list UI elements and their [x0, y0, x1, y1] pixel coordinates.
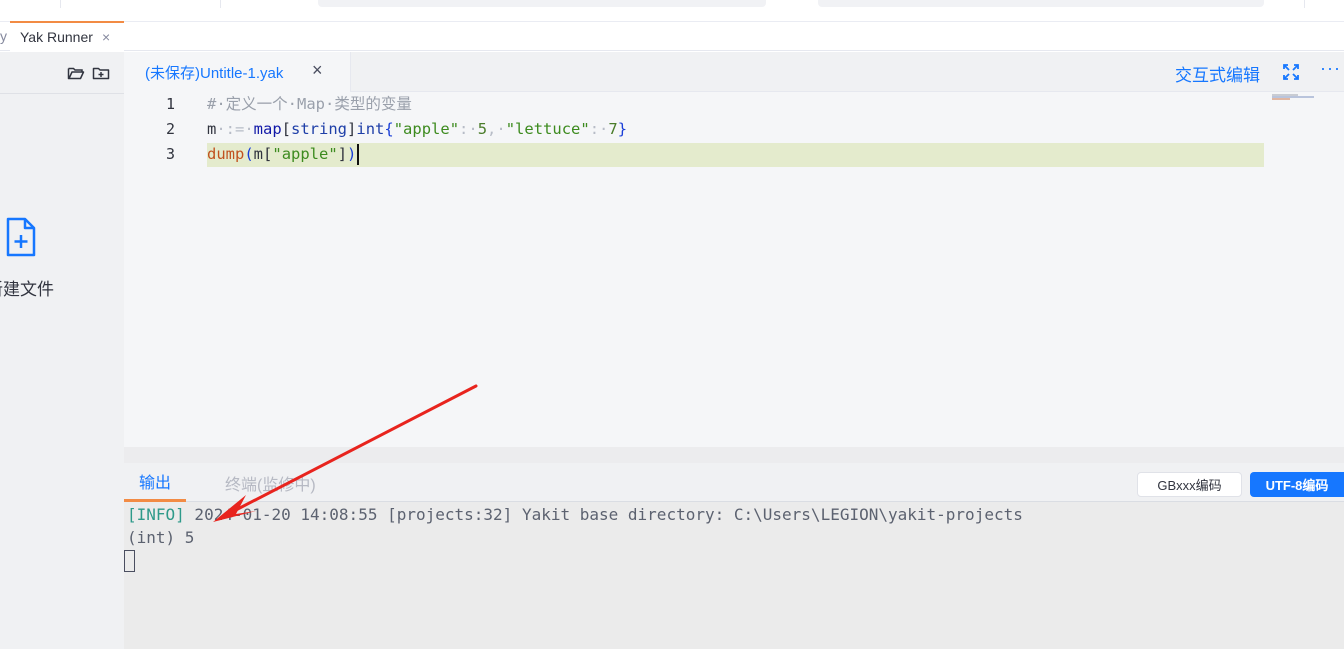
output-terminal[interactable]: [INFO] 2024-01-20 14:08:55 [projects:32]… — [124, 503, 1344, 649]
top-strip-separator — [60, 0, 61, 8]
folder-open-icon[interactable] — [67, 65, 85, 81]
top-strip-input[interactable] — [318, 0, 766, 7]
close-icon[interactable]: × — [102, 29, 110, 45]
code-comment: #·定义一个·Map·类型的变量 — [207, 95, 412, 113]
output-line: (int) 5 — [127, 528, 195, 547]
file-tab-label: (未保存)Untitle-1.yak — [145, 64, 284, 82]
token: "apple" — [272, 145, 338, 163]
token: ·:=· — [216, 120, 254, 138]
output-panel: 输出 终端(监修中) GBxxx编码 UTF-8编码 [INFO] 2024-0… — [124, 463, 1344, 649]
interactive-edit-button[interactable]: 交互式编辑 — [1175, 61, 1260, 86]
token: m — [207, 120, 217, 138]
token: ,· — [487, 120, 506, 138]
line-number: 2 — [165, 120, 175, 138]
code-line-1[interactable]: #·定义一个·Map·类型的变量 — [207, 92, 412, 117]
token: m — [253, 145, 264, 163]
token: ) — [347, 145, 357, 163]
token: string — [291, 120, 348, 138]
token: 7 — [608, 120, 618, 138]
horizontal-scrollbar[interactable] — [124, 447, 1344, 463]
sidebar-toolbar — [0, 52, 124, 94]
token: map — [253, 120, 282, 138]
token: dump — [207, 145, 245, 163]
token: int — [356, 120, 385, 138]
token: "apple" — [393, 120, 460, 138]
token: } — [617, 120, 628, 138]
text-cursor — [357, 144, 360, 165]
top-strip-separator — [220, 0, 221, 8]
output-tab-bar: 输出 终端(监修中) GBxxx编码 UTF-8编码 — [124, 463, 1344, 502]
page-tab-truncated[interactable]: y — [0, 28, 7, 44]
utf8-encoding-button[interactable]: UTF-8编码 — [1250, 472, 1344, 497]
minimap[interactable] — [1272, 94, 1318, 100]
top-strip-separator — [1304, 0, 1305, 8]
page-tab-bar: y Yak Runner × — [0, 21, 1344, 51]
token: ] — [337, 145, 348, 163]
code-editor[interactable]: 1 2 3 #·定义一个·Map·类型的变量 m·:=·map[string]i… — [124, 92, 1344, 447]
close-icon[interactable]: × — [312, 60, 323, 81]
more-icon[interactable]: ··· — [1320, 58, 1341, 79]
token: ( — [244, 145, 254, 163]
top-strip-input[interactable] — [818, 0, 1264, 7]
file-add-icon[interactable] — [5, 217, 37, 257]
gbxxx-encoding-button[interactable]: GBxxx编码 — [1137, 472, 1242, 497]
token: 5 — [477, 120, 488, 138]
output-line: [INFO] 2024-01-20 14:08:55 [projects:32]… — [127, 503, 1023, 526]
tab-terminal[interactable]: 终端(监修中) — [225, 463, 316, 502]
terminal-cursor — [124, 550, 135, 572]
token: [ — [281, 120, 292, 138]
editor-tab-bar: (未保存)Untitle-1.yak × 交互式编辑 ··· — [124, 52, 1344, 92]
token: [ — [263, 145, 273, 163]
code-line-3[interactable]: dump(m["apple"]) — [207, 142, 360, 167]
token: { — [384, 120, 394, 138]
file-tab-untitle[interactable]: (未保存)Untitle-1.yak × — [124, 52, 351, 92]
fullscreen-icon[interactable] — [1283, 64, 1299, 80]
token: ] — [347, 120, 357, 138]
line-number: 3 — [165, 145, 175, 163]
code-line-2[interactable]: m·:=·map[string]int{"apple":·5,·"lettuce… — [207, 117, 627, 142]
page-tab-yak-runner[interactable]: Yak Runner × — [10, 21, 124, 51]
new-file-label: 新建文件 — [0, 280, 54, 299]
tab-output[interactable]: 输出 — [124, 463, 186, 502]
token: :· — [589, 120, 609, 138]
info-tag: [INFO] — [127, 505, 185, 524]
page-tab-label: Yak Runner — [20, 29, 93, 45]
current-line-highlight — [207, 143, 1264, 167]
info-text: 2024-01-20 14:08:55 [projects:32] Yakit … — [184, 505, 1023, 524]
token: "lettuce" — [505, 120, 590, 138]
line-number: 1 — [165, 95, 175, 113]
top-strip — [0, 0, 1344, 22]
file-tree-sidebar: 新建文件 — [0, 52, 124, 649]
token: :· — [459, 120, 478, 138]
folder-add-icon[interactable] — [92, 65, 110, 81]
